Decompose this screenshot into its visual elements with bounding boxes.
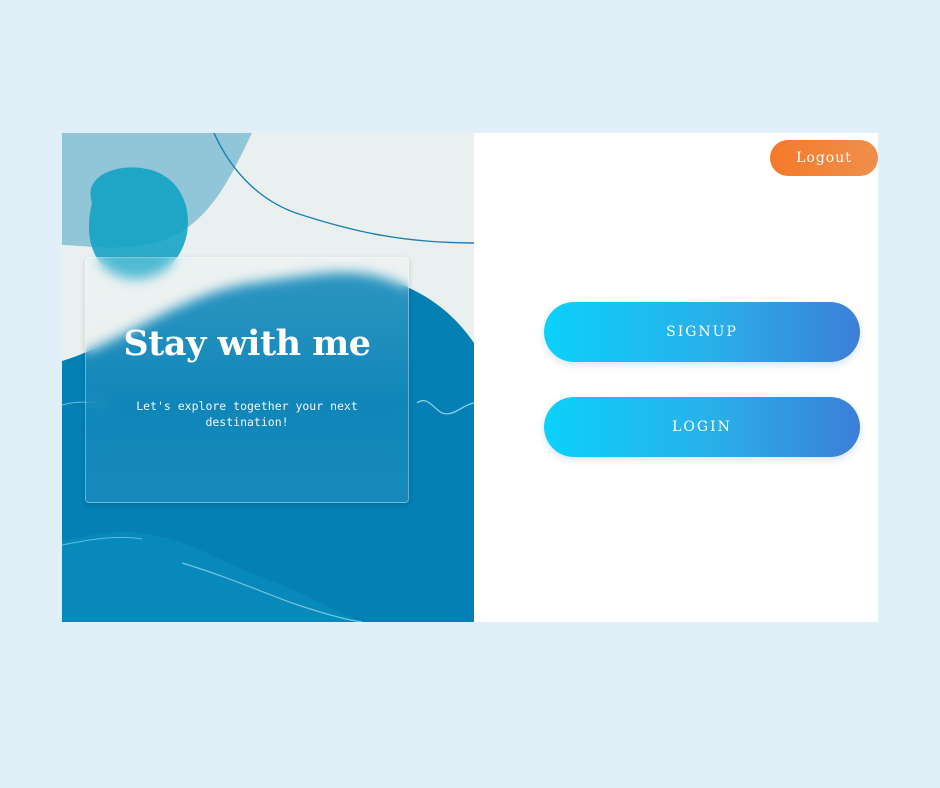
auth-panel: Logout SIGNUP LOGIN [474,133,878,622]
hero-panel: Stay with me Let's explore together your… [62,133,474,622]
signup-button[interactable]: SIGNUP [544,302,860,362]
hero-title: Stay with me [123,323,371,364]
main-card: Stay with me Let's explore together your… [62,133,878,622]
hero-subtitle: Let's explore together your next destina… [136,399,358,429]
login-button[interactable]: LOGIN [544,397,860,457]
logout-button[interactable]: Logout [770,140,878,176]
welcome-glass-card: Stay with me Let's explore together your… [85,257,409,503]
